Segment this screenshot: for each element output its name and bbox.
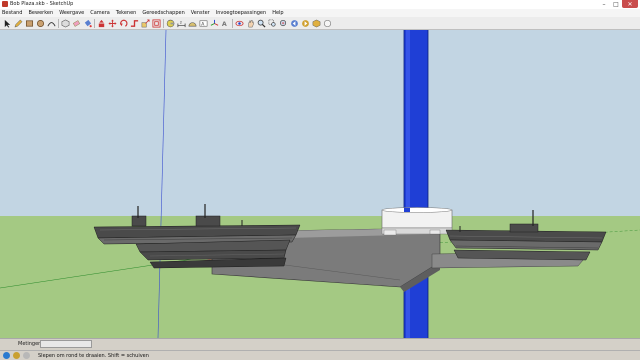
svg-text:2: 2	[180, 21, 182, 25]
window-controls: – □ ✕	[598, 0, 638, 9]
tape-measure-icon[interactable]	[166, 19, 175, 28]
pan-icon[interactable]	[246, 19, 255, 28]
measurements-label: Metingen	[18, 341, 42, 347]
follow-me-icon[interactable]	[130, 19, 139, 28]
protractor-icon[interactable]	[188, 19, 197, 28]
menu-gereedschappen[interactable]: Gereedschappen	[142, 10, 184, 16]
zoom-extents-icon[interactable]	[279, 19, 288, 28]
push-pull-icon[interactable]	[97, 19, 106, 28]
zoom-window-icon[interactable]	[268, 19, 277, 28]
eraser-icon[interactable]	[72, 19, 81, 28]
sky	[0, 30, 640, 216]
3d-text-icon[interactable]: A	[221, 19, 230, 28]
menu-bestand[interactable]: Bestand	[2, 10, 22, 16]
geo-location-icon[interactable]	[3, 352, 10, 359]
make-component-icon[interactable]	[61, 19, 70, 28]
rotate-icon[interactable]	[119, 19, 128, 28]
menu-bewerken[interactable]: Bewerken	[28, 10, 53, 16]
previous-view-icon[interactable]	[290, 19, 299, 28]
maximize-icon[interactable]: □	[610, 0, 622, 8]
measurements-bar: Metingen	[0, 338, 640, 350]
close-icon[interactable]: ✕	[622, 0, 638, 8]
menu-invoegtoepassingen[interactable]: Invoegtoepassingen	[216, 10, 266, 16]
menu-camera[interactable]: Camera	[90, 10, 110, 16]
text-icon[interactable]: A	[199, 19, 208, 28]
zoom-icon[interactable]	[257, 19, 266, 28]
orbit-icon[interactable]	[235, 19, 244, 28]
window-title: Bob Plaza.skb - SketchUp	[10, 1, 74, 7]
marker	[383, 229, 397, 236]
axes-icon[interactable]	[210, 19, 219, 28]
select-icon[interactable]	[3, 19, 12, 28]
menu-help[interactable]: Help	[272, 10, 283, 16]
scale-icon[interactable]	[141, 19, 150, 28]
offset-icon[interactable]	[152, 19, 161, 28]
status-bar: Slepen om rond te draaien. Shift = schui…	[0, 350, 640, 360]
rectangle-icon[interactable]	[25, 19, 34, 28]
circle-icon[interactable]	[36, 19, 45, 28]
help-icon[interactable]	[23, 352, 30, 359]
menu-tekenen[interactable]: Tekenen	[116, 10, 137, 16]
main-toolbar: 2 A A	[0, 17, 640, 30]
get-models-icon[interactable]	[312, 19, 321, 28]
dimension-icon[interactable]: 2	[177, 19, 186, 28]
svg-text:A: A	[222, 21, 227, 28]
measurements-input[interactable]	[40, 340, 92, 348]
status-message: Slepen om rond te draaien. Shift = schui…	[38, 353, 149, 359]
move-icon[interactable]	[108, 19, 117, 28]
share-model-icon[interactable]	[323, 19, 332, 28]
arc-icon[interactable]	[47, 19, 56, 28]
menu-bar: Bestand Bewerken Weergave Camera Tekenen…	[0, 9, 640, 17]
marker	[429, 229, 441, 235]
paint-bucket-icon[interactable]	[83, 19, 92, 28]
menu-venster[interactable]: Venster	[191, 10, 210, 16]
sketchup-logo-icon	[2, 1, 8, 7]
drawing-viewport[interactable]	[0, 30, 640, 338]
credits-icon[interactable]	[13, 352, 20, 359]
menu-weergave[interactable]: Weergave	[59, 10, 84, 16]
next-view-icon[interactable]	[301, 19, 310, 28]
pencil-icon[interactable]	[14, 19, 23, 28]
minimize-icon[interactable]: –	[598, 0, 610, 8]
